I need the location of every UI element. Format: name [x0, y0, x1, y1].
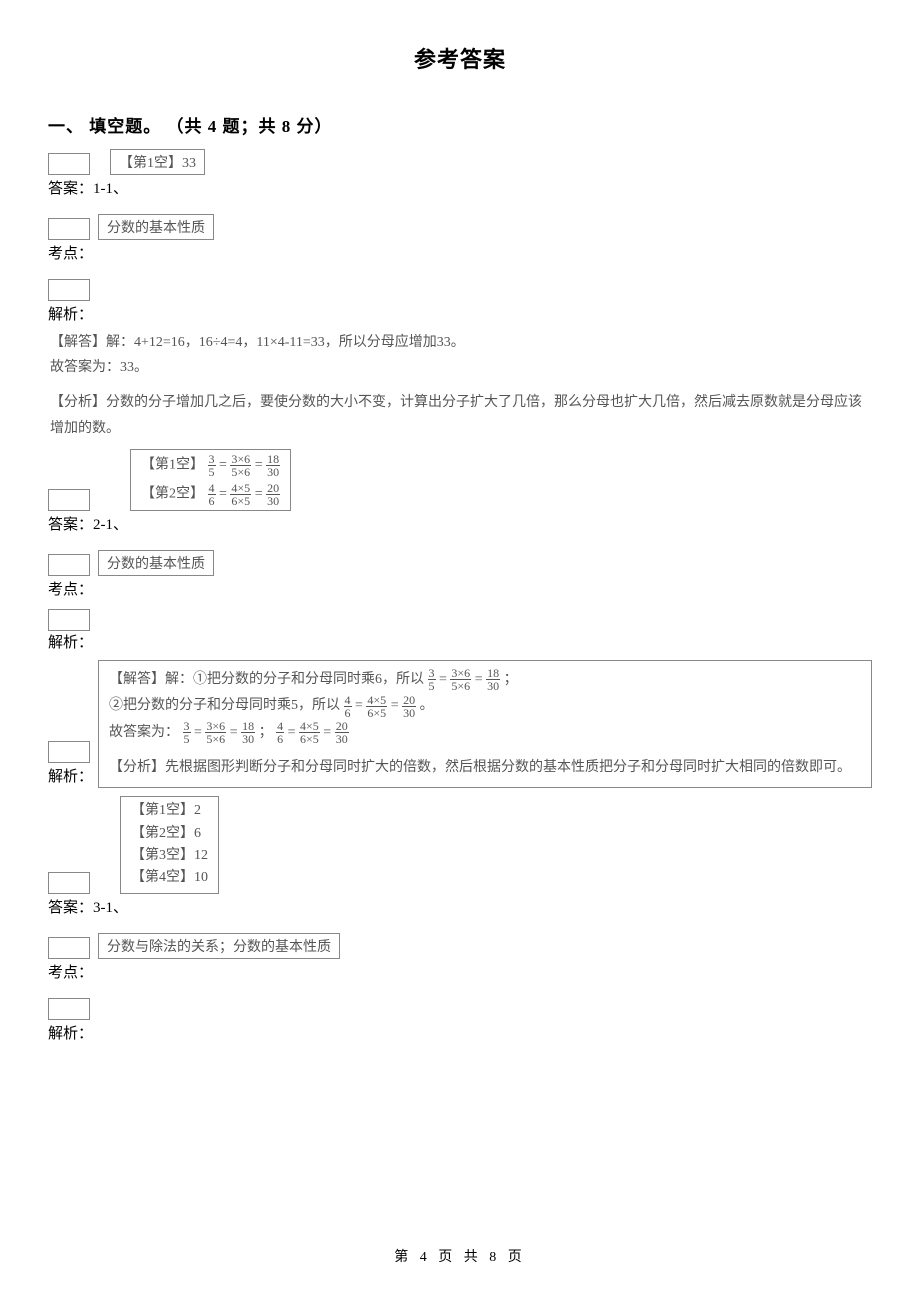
q2-fenxi: 【分析】先根据图形判断分子和分母同时扩大的倍数，然后根据分数的基本性质把分子和分…	[109, 755, 861, 782]
fraction: 3×65×6	[230, 453, 251, 478]
q3-blank4: 【第4空】10	[131, 867, 208, 889]
fraction: 3×65×6	[450, 667, 471, 692]
q1-analysis-row	[48, 279, 872, 301]
q1-answer-box: 【第1空】33	[110, 149, 205, 175]
q1-answer-label: 答案：1-1、	[48, 177, 872, 200]
q2-analysis-label-2: 解析：	[48, 765, 93, 788]
fraction: 4×56×5	[366, 694, 387, 719]
q2-jieda2: ②把分数的分子和分母同时乘5，所以 46 = 4×56×5 = 2030 。	[109, 693, 861, 720]
text: 。	[420, 698, 434, 713]
empty-box	[48, 554, 90, 576]
empty-box	[48, 609, 90, 631]
fraction: 2030	[402, 694, 416, 719]
q1-answer-row: 【第1空】33	[48, 149, 872, 175]
text: ；	[504, 672, 518, 687]
q1-analysis-text: 【解答】解：4+12=16，16÷4=4，11×4-11=33，所以分母应增加3…	[48, 330, 872, 441]
empty-box	[48, 937, 90, 959]
fraction: 46	[276, 720, 284, 745]
q2-answer-box: 【第1空】 35 = 3×65×6 = 1830 【第2空】 46 = 4×56…	[130, 449, 291, 511]
q1-topic-label: 考点：	[48, 242, 872, 265]
fraction: 2030	[266, 482, 280, 507]
fraction: 46	[208, 482, 216, 507]
fraction: 1830	[241, 720, 255, 745]
page-title: 参考答案	[0, 0, 920, 104]
text: ②把分数的分子和分母同时乘5，所以	[109, 698, 340, 713]
empty-box	[48, 218, 90, 240]
q1-analysis-line3: 【分析】分数的分子增加几之后，要使分数的大小不变，计算出分子扩大了几倍，那么分母…	[50, 390, 872, 440]
q3-answer-label: 答案：3-1、	[48, 896, 872, 919]
q3-blank2: 【第2空】6	[131, 823, 208, 845]
q2-blank2-prefix: 【第2空】	[141, 486, 204, 501]
q2-topic-box: 分数的基本性质	[98, 550, 214, 576]
q2-guda: 故答案为： 35 = 3×65×6 = 1830 ； 46 = 4×56×5 =…	[109, 720, 861, 747]
q3-topic-box: 分数与除法的关系；分数的基本性质	[98, 933, 340, 959]
q1-topic-row: 分数的基本性质	[48, 214, 872, 240]
fraction: 4×56×5	[299, 720, 320, 745]
q3-analysis-label: 解析：	[48, 1022, 872, 1045]
empty-box	[48, 872, 90, 894]
fraction: 4×56×5	[230, 482, 251, 507]
fraction: 35	[208, 453, 216, 478]
empty-box	[48, 153, 90, 175]
q3-analysis-row	[48, 998, 872, 1020]
q1-topic-box: 分数的基本性质	[98, 214, 214, 240]
q1-analysis-label: 解析：	[48, 303, 872, 326]
q2-topic-row: 分数的基本性质	[48, 550, 872, 576]
q2-answer-row: 【第1空】 35 = 3×65×6 = 1830 【第2空】 46 = 4×56…	[48, 449, 872, 511]
q3-topic-label: 考点：	[48, 961, 872, 984]
text: 故答案为：	[109, 725, 179, 740]
text: 【解答】解：①把分数的分子和分母同时乘6，所以	[109, 672, 424, 687]
q1-analysis-line2: 故答案为：33。	[50, 355, 872, 380]
fraction: 35	[183, 720, 191, 745]
fraction: 1830	[266, 453, 280, 478]
q2-blank1-prefix: 【第1空】	[141, 457, 204, 472]
content-area: 一、 填空题。 （共 4 题；共 8 分） 【第1空】33 答案：1-1、 分数…	[0, 112, 920, 1045]
q2-jieda1: 【解答】解：①把分数的分子和分母同时乘6，所以 35 = 3×65×6 = 18…	[109, 667, 861, 694]
section-header: 一、 填空题。 （共 4 题；共 8 分）	[48, 112, 872, 137]
empty-box	[48, 998, 90, 1020]
fraction: 2030	[335, 720, 349, 745]
q2-blank2: 【第2空】 46 = 4×56×5 = 2030	[141, 482, 280, 507]
q2-answer-label: 答案：2-1、	[48, 513, 872, 536]
q3-answer-row: 【第1空】2 【第2空】6 【第3空】12 【第4空】10	[48, 796, 872, 894]
q3-topic-row: 分数与除法的关系；分数的基本性质	[48, 933, 872, 959]
q2-analysis-label: 解析：	[48, 631, 93, 654]
q1-analysis-line1: 【解答】解：4+12=16，16÷4=4，11×4-11=33，所以分母应增加3…	[50, 330, 872, 355]
q2-blank1: 【第1空】 35 = 3×65×6 = 1830	[141, 453, 280, 478]
empty-box	[48, 741, 90, 763]
fraction: 1830	[486, 667, 500, 692]
fraction: 35	[428, 667, 436, 692]
q3-answer-box: 【第1空】2 【第2空】6 【第3空】12 【第4空】10	[120, 796, 219, 894]
text: ；	[259, 725, 273, 740]
fraction: 3×65×6	[205, 720, 226, 745]
fraction: 46	[344, 694, 352, 719]
page-footer: 第 4 页 共 8 页	[0, 1246, 920, 1266]
q3-blank1: 【第1空】2	[131, 800, 208, 822]
empty-box	[48, 489, 90, 511]
q2-analysis-text: 【解答】解：①把分数的分子和分母同时乘6，所以 35 = 3×65×6 = 18…	[98, 660, 872, 788]
q2-topic-label: 考点：	[48, 578, 872, 601]
empty-box	[48, 279, 90, 301]
q3-blank3: 【第3空】12	[131, 845, 208, 867]
